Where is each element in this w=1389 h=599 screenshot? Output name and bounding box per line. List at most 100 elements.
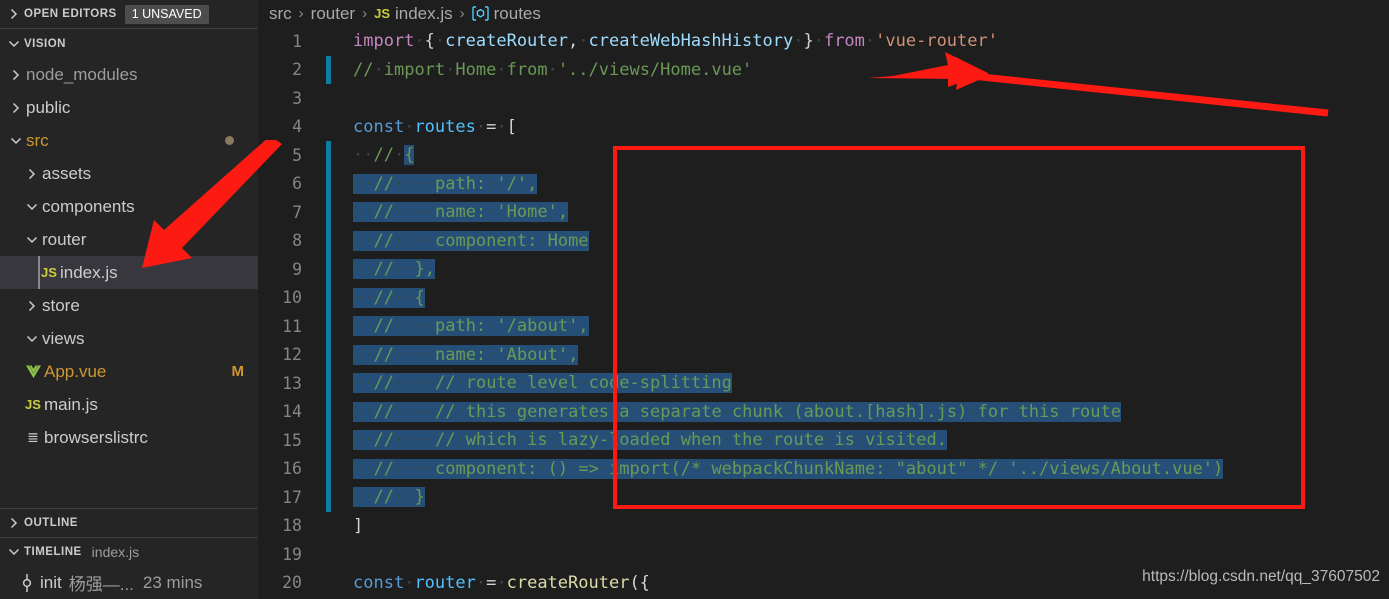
code-editor[interactable]: 1 import· {· createRouter ,· createWebHashHis… (258, 27, 1389, 599)
code-line-6[interactable]: 6 ··//····path:·'/', (258, 169, 1389, 198)
code-token: {· (424, 31, 446, 52)
chevron-right-icon[interactable] (6, 6, 22, 22)
chevron-right-icon[interactable] (6, 515, 22, 531)
code-line-15[interactable]: 15 ··//····//·which·is·lazy-loaded·when·t… (258, 426, 1389, 455)
code-token: createRouter (506, 572, 630, 593)
breadcrumb-separator: › (298, 5, 304, 22)
code-line-9[interactable]: 9 ··//··}, (258, 255, 1389, 284)
breadcrumb-item-router[interactable]: router (311, 4, 355, 24)
vue-file-icon (22, 364, 44, 379)
chevron-right-icon[interactable] (22, 166, 42, 182)
chevron-right-icon[interactable] (22, 298, 42, 314)
code-line-text: const · router ·=· createRouter({ (353, 569, 650, 598)
unsaved-count-badge: 1 UNSAVED (124, 4, 209, 24)
code-line-11[interactable]: 11 ··//····path:·'/about', (258, 312, 1389, 341)
modified-gutter-indicator (326, 169, 331, 198)
git-commit-icon (14, 573, 40, 592)
tree-item-label: node_modules (26, 64, 138, 84)
line-number: 7 (292, 202, 302, 222)
code-line-18[interactable]: 18] (258, 512, 1389, 541)
code-line-19[interactable]: 19 (258, 540, 1389, 569)
chevron-down-icon[interactable] (22, 199, 42, 215)
code-token: from (823, 31, 865, 52)
unsaved-dot-indicator (225, 136, 234, 145)
tree-item-index-js[interactable]: JS index.js (0, 256, 258, 289)
tree-item-node-modules[interactable]: node_modules (0, 58, 258, 91)
code-line-1[interactable]: 1 import· {· createRouter ,· createWebHashHis… (258, 27, 1389, 56)
code-line-2[interactable]: 2 //·import·Home·from·'../views/Home.vue' (258, 55, 1389, 85)
code-line-10[interactable]: 10 ··//··{ (258, 283, 1389, 312)
line-number: 18 (282, 516, 302, 536)
breadcrumb[interactable]: src › router › JS index.js › routes (258, 0, 1389, 27)
code-token: · (404, 116, 415, 137)
line-number: 10 (282, 288, 302, 308)
timeline-list[interactable]: init 杨强—... 23 mins (0, 566, 258, 599)
line-number: 5 (292, 145, 302, 165)
line-number: 20 (282, 573, 302, 593)
tree-item-views[interactable]: views (0, 322, 258, 355)
code-line-7[interactable]: 7 ··//····name:·'Home', (258, 198, 1389, 227)
tree-item-main-js[interactable]: JS main.js (0, 388, 258, 421)
breadcrumb-item-routes[interactable]: routes (494, 4, 541, 24)
code-line-13[interactable]: 13 ··//····//·route·level·code-splitting (258, 369, 1389, 398)
breadcrumb-item-index-js[interactable]: index.js (395, 4, 453, 24)
code-token: 'vue-router' (875, 31, 998, 52)
code-token: router (414, 572, 476, 593)
code-line-text: ··//··} (353, 483, 425, 512)
line-number: 15 (282, 430, 302, 450)
chevron-right-icon[interactable] (6, 100, 26, 116)
tree-item-router[interactable]: router (0, 223, 258, 256)
chevron-down-icon[interactable] (6, 36, 22, 52)
file-tree[interactable]: node_modulespublic src assets components rou… (0, 58, 258, 508)
watermark-url: https://blog.csdn.net/qq_37607502 (1142, 568, 1380, 585)
tree-item-src[interactable]: src (0, 124, 258, 157)
tree-item-components[interactable]: components (0, 190, 258, 223)
tree-item-store[interactable]: store (0, 289, 258, 322)
code-line-16[interactable]: 16 ··//····component:·()·=>·import(/*·web… (258, 454, 1389, 483)
code-line-5[interactable]: 5 ··//·{ (258, 141, 1389, 170)
tree-item-label: index.js (60, 262, 118, 282)
modified-gutter-indicator (326, 312, 331, 341)
code-line-text: //·import·Home·from·'../views/Home.vue' (353, 56, 752, 85)
tree-item-browserslistrc[interactable]: ≣ browserslistrc (0, 421, 258, 454)
git-status-badge: M (231, 363, 245, 380)
code-line-4[interactable]: 4 const · routes ·=·[ (258, 113, 1389, 142)
chevron-down-icon[interactable] (6, 133, 26, 149)
code-line-12[interactable]: 12 ··//····name:·'About', (258, 340, 1389, 369)
timeline-item[interactable]: init 杨强—... 23 mins (0, 566, 258, 599)
code-token: ] (353, 515, 364, 536)
editor-pane: src › router › JS index.js › routes 1 import· {· c… (258, 0, 1389, 599)
tree-item-label: components (42, 196, 135, 216)
code-line-17[interactable]: 17 ··//··} (258, 483, 1389, 512)
modified-gutter-indicator (326, 369, 331, 398)
outline-section-header[interactable]: OUTLINE (0, 508, 258, 537)
code-line-text: ··//····path:·'/about', (353, 312, 589, 341)
js-file-icon: JS (41, 265, 57, 280)
chevron-down-icon[interactable] (22, 232, 42, 248)
tree-item-assets[interactable]: assets (0, 157, 258, 190)
line-number: 11 (282, 316, 302, 336)
code-line-3[interactable]: 3 (258, 84, 1389, 113)
code-token: ·=·[ (475, 116, 517, 137)
line-number: 16 (282, 459, 302, 479)
code-token: ·=· (475, 572, 507, 593)
code-line-8[interactable]: 8 ··//····component:·Home (258, 226, 1389, 255)
modified-gutter-indicator (326, 397, 331, 426)
breadcrumb-item-src[interactable]: src (269, 4, 292, 24)
chevron-down-icon[interactable] (6, 544, 22, 560)
code-token: { (404, 145, 415, 166)
tree-item-public[interactable]: public (0, 91, 258, 124)
workspace-section-header[interactable]: VISION (0, 29, 258, 58)
chevron-right-icon[interactable] (6, 67, 26, 83)
code-line-14[interactable]: 14 ··//····//·this·generates·a·separate·c… (258, 397, 1389, 426)
line-number: 19 (282, 544, 302, 564)
timeline-item-time: 23 mins (142, 572, 203, 592)
tree-item-app-vue[interactable]: App.vue M (0, 355, 258, 388)
js-file-icon: JS (374, 6, 390, 21)
code-token: ({ (629, 572, 650, 593)
code-token: ·}· (793, 31, 824, 52)
open-editors-section-header[interactable]: OPEN EDITORS 1 UNSAVED (0, 0, 258, 29)
timeline-file-name: index.js (91, 544, 140, 560)
timeline-section-header[interactable]: TIMELINE index.js (0, 537, 258, 566)
chevron-down-icon[interactable] (22, 331, 42, 347)
